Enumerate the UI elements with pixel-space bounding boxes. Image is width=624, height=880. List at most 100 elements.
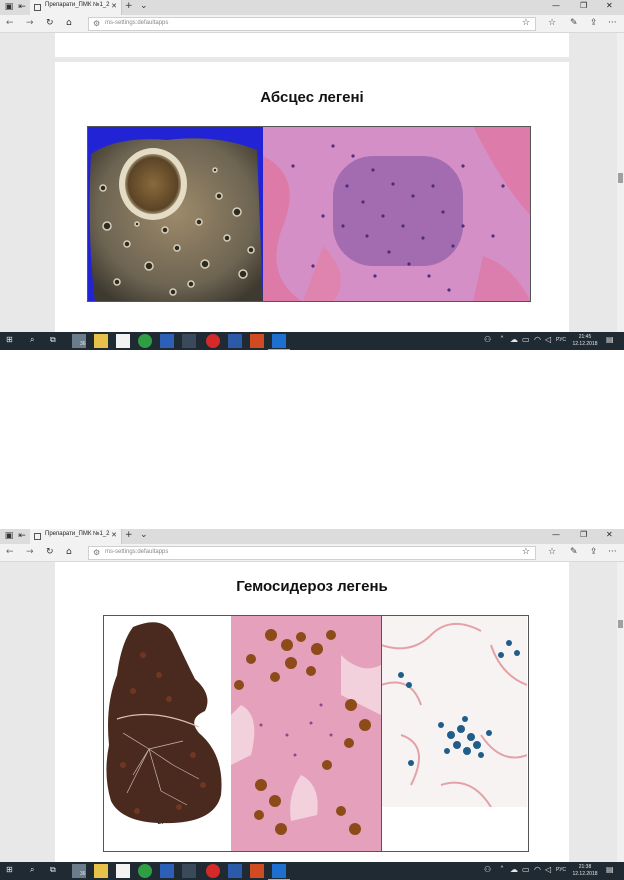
chevron-up-icon[interactable]: ˄ bbox=[500, 865, 504, 874]
panel-divider bbox=[381, 615, 382, 852]
tab-close-icon[interactable]: ✕ bbox=[111, 2, 117, 10]
tab-overflow-icon[interactable]: ⌄ bbox=[140, 1, 148, 11]
page-content: Абсцес легені bbox=[0, 33, 624, 332]
home-button[interactable]: ⌂ bbox=[66, 547, 72, 557]
battery-icon[interactable]: ▭ bbox=[522, 335, 530, 344]
favorites-hub-icon[interactable]: ☆ bbox=[548, 18, 556, 28]
favorite-star-icon[interactable]: ☆ bbox=[522, 547, 530, 557]
pen-icon[interactable]: ✎ bbox=[570, 547, 578, 557]
pen-icon[interactable]: ✎ bbox=[570, 18, 578, 28]
chrome-icon[interactable] bbox=[138, 334, 152, 348]
powerpoint-icon[interactable] bbox=[250, 864, 264, 878]
tab-title: Препарати_ПМК №1_2 bbox=[45, 531, 110, 537]
opera-icon[interactable] bbox=[206, 864, 220, 878]
language-indicator[interactable]: РУС bbox=[556, 337, 566, 343]
word-icon[interactable] bbox=[228, 334, 242, 348]
word-icon[interactable] bbox=[228, 864, 242, 878]
page-content: Гемосидероз легень 27 bbox=[0, 562, 624, 863]
network-icon[interactable]: ◠ bbox=[534, 865, 541, 874]
favorite-star-icon[interactable]: ☆ bbox=[522, 18, 530, 28]
clock[interactable]: 21:38 12.12.2018 bbox=[570, 864, 600, 878]
notifications-icon[interactable]: ▤ bbox=[606, 865, 614, 874]
restore-button[interactable]: ❐ bbox=[580, 530, 587, 539]
opera-icon[interactable] bbox=[206, 334, 220, 348]
tab-active[interactable]: Препарати_ПМК №1_2 ✕ bbox=[30, 0, 122, 15]
image-frame bbox=[87, 126, 531, 302]
scrollbar[interactable] bbox=[617, 562, 624, 863]
store-icon[interactable] bbox=[116, 334, 130, 348]
edge-icon[interactable] bbox=[272, 864, 286, 878]
tab-active[interactable]: Препарати_ПМК №1_2 ✕ bbox=[30, 529, 122, 544]
minimize-button[interactable]: — bbox=[552, 530, 560, 539]
task-view-icon[interactable]: ⧉ bbox=[50, 865, 56, 875]
page-icon bbox=[34, 533, 41, 540]
volume-icon[interactable]: ◁ bbox=[545, 865, 551, 874]
minimize-button[interactable]: — bbox=[552, 1, 560, 10]
forward-button[interactable]: → bbox=[26, 547, 34, 557]
new-tab-button[interactable]: + bbox=[125, 530, 133, 540]
clock-time: 21:45 bbox=[578, 334, 592, 340]
settings-icon[interactable] bbox=[182, 864, 196, 878]
folder-icon[interactable] bbox=[94, 864, 108, 878]
app-icon[interactable] bbox=[160, 864, 174, 878]
url-input[interactable]: ⚙ ms-settings:defaultapps ☆ bbox=[88, 17, 536, 31]
url-text: ms-settings:defaultapps bbox=[105, 20, 169, 26]
powerpoint-icon[interactable] bbox=[250, 334, 264, 348]
tab-overflow-icon[interactable]: ⌄ bbox=[140, 530, 148, 540]
more-icon[interactable]: ··· bbox=[608, 18, 617, 28]
scrollbar[interactable] bbox=[617, 33, 624, 332]
cloud-icon[interactable]: ☁ bbox=[510, 865, 518, 874]
people-icon[interactable]: ⚇ bbox=[484, 335, 491, 344]
share-icon[interactable]: ⇪ bbox=[590, 18, 598, 28]
share-icon[interactable]: ⇪ bbox=[590, 547, 598, 557]
forward-button[interactable]: → bbox=[26, 18, 34, 28]
refresh-button[interactable]: ↻ bbox=[46, 18, 54, 28]
notifications-icon[interactable]: ▤ bbox=[606, 335, 614, 344]
cloud-icon[interactable]: ☁ bbox=[510, 335, 518, 344]
tab-list-icon[interactable]: ▣ bbox=[4, 2, 14, 12]
windows-start-icon[interactable]: ⊞ bbox=[6, 335, 13, 344]
clock[interactable]: 21:45 12.12.2018 bbox=[570, 334, 600, 348]
back-button[interactable]: ← bbox=[6, 18, 14, 28]
search-icon[interactable]: ⌕ bbox=[30, 865, 34, 875]
refresh-button[interactable]: ↻ bbox=[46, 547, 54, 557]
url-input[interactable]: ⚙ ms-settings:defaultapps ☆ bbox=[88, 546, 536, 560]
store-icon[interactable] bbox=[116, 864, 130, 878]
url-text: ms-settings:defaultapps bbox=[105, 549, 169, 555]
windows-start-icon[interactable]: ⊞ bbox=[6, 865, 13, 874]
close-button[interactable]: ✕ bbox=[606, 1, 613, 10]
volume-icon[interactable]: ◁ bbox=[545, 335, 551, 344]
tab-bar: ▣ ⇤ Препарати_ПМК №1_2 ✕ + ⌄ — ❐ ✕ bbox=[0, 529, 624, 544]
people-icon[interactable]: ⚇ bbox=[484, 865, 491, 874]
clock-date: 12.12.2018 bbox=[572, 871, 598, 877]
address-bar: ← → ↻ ⌂ ⚙ ms-settings:defaultapps ☆ ☆ ✎ … bbox=[0, 15, 624, 33]
tab-close-icon[interactable]: ✕ bbox=[111, 531, 117, 539]
language-indicator[interactable]: РУС bbox=[556, 867, 566, 873]
search-icon[interactable]: ⌕ bbox=[30, 335, 34, 345]
scroll-thumb[interactable] bbox=[618, 620, 623, 628]
scroll-thumb[interactable] bbox=[618, 173, 623, 183]
back-tabs-icon[interactable]: ⇤ bbox=[17, 2, 27, 12]
edge-icon[interactable] bbox=[272, 334, 286, 348]
chevron-up-icon[interactable]: ˄ bbox=[500, 335, 504, 344]
back-button[interactable]: ← bbox=[6, 547, 14, 557]
favorites-hub-icon[interactable]: ☆ bbox=[548, 547, 556, 557]
more-icon[interactable]: ··· bbox=[608, 547, 617, 557]
restore-button[interactable]: ❐ bbox=[580, 1, 587, 10]
network-icon[interactable]: ◠ bbox=[534, 335, 541, 344]
tab-list-icon[interactable]: ▣ bbox=[4, 531, 14, 541]
settings-icon[interactable] bbox=[182, 334, 196, 348]
battery-icon[interactable]: ▭ bbox=[522, 865, 530, 874]
chrome-icon[interactable] bbox=[138, 864, 152, 878]
slide-title: Гемосидероз легень bbox=[236, 578, 388, 595]
app-icon[interactable] bbox=[160, 334, 174, 348]
folder-icon[interactable] bbox=[94, 334, 108, 348]
task-view-icon[interactable]: ⧉ bbox=[50, 335, 56, 345]
close-button[interactable]: ✕ bbox=[606, 530, 613, 539]
slide-hemosiderosis: Гемосидероз легень 27 bbox=[55, 562, 569, 863]
mail-badge: 36 bbox=[80, 871, 86, 877]
page-icon bbox=[34, 4, 41, 11]
new-tab-button[interactable]: + bbox=[125, 1, 133, 11]
home-button[interactable]: ⌂ bbox=[66, 18, 72, 28]
back-tabs-icon[interactable]: ⇤ bbox=[17, 531, 27, 541]
